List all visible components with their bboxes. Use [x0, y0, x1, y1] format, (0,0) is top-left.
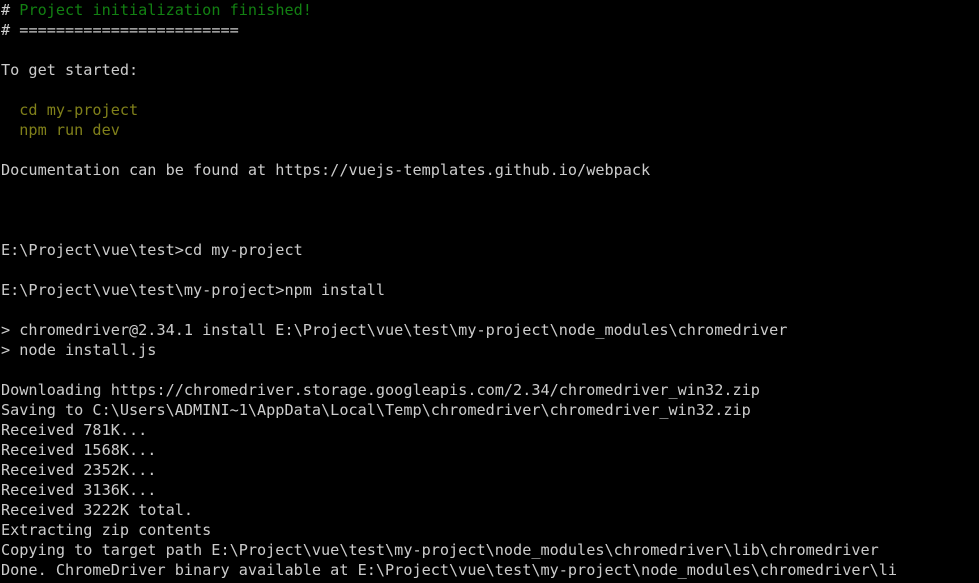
- line-done-binary-available-seg-0: Done. ChromeDriver binary available at E…: [1, 561, 898, 579]
- line-node-install-js: > node install.js: [0, 340, 979, 360]
- line-separator-rule: # ========================: [0, 20, 979, 40]
- line-copying-to-target-path-seg-0: Copying to target path E:\Project\vue\te…: [1, 541, 879, 559]
- line-cmd-cd-my-project: cd my-project: [0, 100, 979, 120]
- line-project-init-finished-seg-0: #: [1, 1, 20, 19]
- line-extracting-zip: Extracting zip contents: [0, 520, 979, 540]
- line-separator-rule-seg-0: #: [1, 21, 20, 39]
- line-prompt-cd-my-project: E:\Project\vue\test>cd my-project: [0, 240, 979, 260]
- terminal-console-output[interactable]: # Project initialization finished! # ====…: [0, 0, 979, 583]
- line-blank-2: [0, 80, 979, 100]
- line-node-install-js-seg-0: > node install.js: [1, 341, 157, 359]
- line-project-init-finished: # Project initialization finished!: [0, 0, 979, 20]
- line-blank-6: [0, 220, 979, 240]
- line-blank-5: [0, 200, 979, 220]
- line-received-total: Received 3222K total.: [0, 500, 979, 520]
- line-received-3136k-seg-0: Received 3136K...: [1, 481, 157, 499]
- line-received-2352k-seg-0: Received 2352K...: [1, 461, 157, 479]
- line-prompt-npm-install-seg-0: E:\Project\vue\test\my-project>npm insta…: [1, 281, 386, 299]
- line-received-781k-seg-0: Received 781K...: [1, 421, 148, 439]
- line-prompt-cd-my-project-seg-0: E:\Project\vue\test>cd my-project: [1, 241, 303, 259]
- line-blank-9: [0, 360, 979, 380]
- line-blank-8: [0, 300, 979, 320]
- line-downloading-url: Downloading https://chromedriver.storage…: [0, 380, 979, 400]
- line-blank-7: [0, 260, 979, 280]
- line-received-total-seg-0: Received 3222K total.: [1, 501, 194, 519]
- line-received-1568k-seg-0: Received 1568K...: [1, 441, 157, 459]
- line-cmd-cd-my-project-seg-0: cd my-project: [1, 101, 139, 119]
- line-to-get-started: To get started:: [0, 60, 979, 80]
- line-to-get-started-seg-0: To get started:: [1, 61, 139, 79]
- line-done-binary-available: Done. ChromeDriver binary available at E…: [0, 560, 979, 580]
- line-project-init-finished-seg-1: Project initialization finished!: [19, 1, 312, 19]
- line-received-781k: Received 781K...: [0, 420, 979, 440]
- line-prompt-npm-install: E:\Project\vue\test\my-project>npm insta…: [0, 280, 979, 300]
- line-blank-1: [0, 40, 979, 60]
- line-documentation-url-seg-0: Documentation can be found at https://vu…: [1, 161, 651, 179]
- line-received-2352k: Received 2352K...: [0, 460, 979, 480]
- line-chromedriver-install-hook-seg-0: > chromedriver@2.34.1 install E:\Project…: [1, 321, 788, 339]
- line-received-3136k: Received 3136K...: [0, 480, 979, 500]
- line-separator-rule-seg-1: ========================: [19, 21, 239, 39]
- line-received-1568k: Received 1568K...: [0, 440, 979, 460]
- line-documentation-url: Documentation can be found at https://vu…: [0, 160, 979, 180]
- line-chromedriver-install-hook: > chromedriver@2.34.1 install E:\Project…: [0, 320, 979, 340]
- line-downloading-url-seg-0: Downloading https://chromedriver.storage…: [1, 381, 760, 399]
- line-blank-3: [0, 140, 979, 160]
- line-saving-to-path: Saving to C:\Users\ADMINI~1\AppData\Loca…: [0, 400, 979, 420]
- line-extracting-zip-seg-0: Extracting zip contents: [1, 521, 212, 539]
- line-blank-4: [0, 180, 979, 200]
- line-copying-to-target-path: Copying to target path E:\Project\vue\te…: [0, 540, 979, 560]
- line-saving-to-path-seg-0: Saving to C:\Users\ADMINI~1\AppData\Loca…: [1, 401, 751, 419]
- line-cmd-npm-run-dev: npm run dev: [0, 120, 979, 140]
- line-cmd-npm-run-dev-seg-0: npm run dev: [1, 121, 120, 139]
